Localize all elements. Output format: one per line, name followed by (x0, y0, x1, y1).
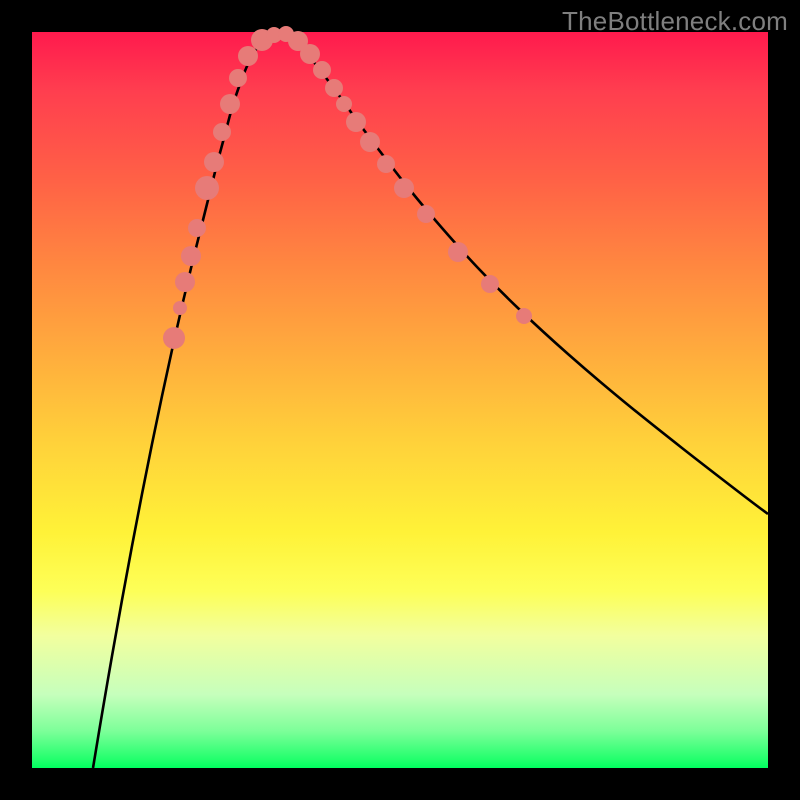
chart-svg (32, 32, 768, 768)
data-dot (188, 219, 206, 237)
data-dots (163, 26, 532, 349)
data-dot (204, 152, 224, 172)
data-dot (229, 69, 247, 87)
data-dot (346, 112, 366, 132)
plot-area (32, 32, 768, 768)
data-dot (394, 178, 414, 198)
bottleneck-curve (93, 34, 768, 768)
data-dot (516, 308, 532, 324)
data-dot (325, 79, 343, 97)
data-dot (377, 155, 395, 173)
data-dot (448, 242, 468, 262)
data-dot (173, 301, 187, 315)
data-dot (220, 94, 240, 114)
data-dot (481, 275, 499, 293)
data-dot (313, 61, 331, 79)
data-dot (213, 123, 231, 141)
data-dot (336, 96, 352, 112)
data-dot (175, 272, 195, 292)
data-dot (181, 246, 201, 266)
data-dot (163, 327, 185, 349)
data-dot (238, 46, 258, 66)
chart-frame: TheBottleneck.com (0, 0, 800, 800)
data-dot (300, 44, 320, 64)
data-dot (360, 132, 380, 152)
data-dot (417, 205, 435, 223)
data-dot (195, 176, 219, 200)
